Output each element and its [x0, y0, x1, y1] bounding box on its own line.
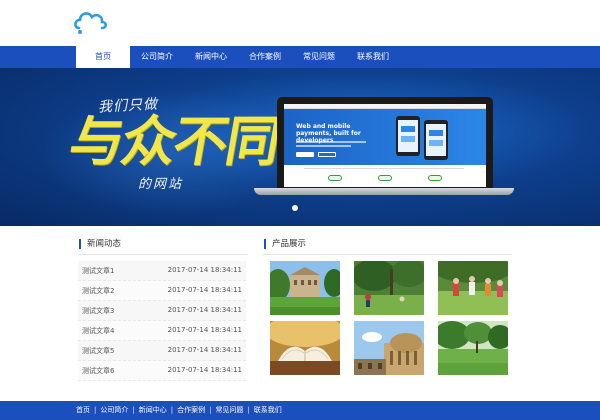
screen-text-line	[296, 145, 351, 147]
footer-separator: |	[132, 406, 135, 414]
product-photo-campus-lawn[interactable]	[354, 261, 424, 315]
screen-divider	[304, 168, 464, 169]
product-photo-dome-building[interactable]	[354, 321, 424, 375]
screen-button	[318, 152, 336, 157]
news-item-title[interactable]: 测试文章4	[82, 326, 114, 336]
news-item[interactable]: 测试文章6 2017-07-14 18:34:11	[78, 361, 246, 381]
product-photo-open-book[interactable]	[270, 321, 340, 375]
laptop-base	[254, 188, 514, 195]
product-photo-campus-building[interactable]	[270, 261, 340, 315]
footer-link-contact[interactable]: 联系我们	[254, 401, 282, 420]
footer-link-home[interactable]: 首页	[76, 401, 90, 420]
news-item[interactable]: 测试文章1 2017-07-14 18:34:11	[78, 261, 246, 281]
news-item-date: 2017-07-14 18:34:11	[167, 366, 242, 374]
site-footer: 首页 | 公司简介 | 新闻中心 | 合作案例 | 常见问题 | 联系我们	[0, 401, 600, 420]
screen-badge	[328, 175, 342, 181]
phone-icon	[396, 116, 420, 156]
news-item-date: 2017-07-14 18:34:11	[167, 266, 242, 274]
main-nav: 首页 公司简介 新闻中心 合作案例 常见问题 联系我们	[0, 46, 600, 68]
nav-item-cases[interactable]: 合作案例	[238, 46, 292, 68]
news-item-date: 2017-07-14 18:34:11	[167, 286, 242, 294]
phone-icon	[424, 120, 448, 160]
banner-slogan-main: 与众不同	[64, 110, 284, 173]
footer-link-faq[interactable]: 常见问题	[215, 401, 243, 420]
footer-separator: |	[170, 406, 174, 414]
screen-badge	[428, 175, 442, 181]
footer-link-about[interactable]: 公司简介	[100, 401, 128, 420]
news-item-title[interactable]: 测试文章6	[82, 366, 114, 376]
footer-link-news[interactable]: 新闻中心	[139, 401, 167, 420]
nav-item-about[interactable]: 公司简介	[130, 46, 184, 68]
nav-item-home[interactable]: 首页	[76, 46, 130, 68]
cloud-logo-icon[interactable]	[72, 6, 112, 36]
news-list: 测试文章1 2017-07-14 18:34:11 测试文章2 2017-07-…	[78, 261, 246, 381]
hero-banner[interactable]: 我们只做 与众不同 的网站 Web and mobile payments, b…	[0, 68, 600, 226]
laptop-screen: Web and mobile payments, built for devel…	[284, 104, 486, 187]
product-photo-students-walking[interactable]	[438, 261, 508, 315]
product-gallery	[270, 261, 510, 375]
news-item-date: 2017-07-14 18:34:11	[167, 306, 242, 314]
news-item[interactable]: 测试文章4 2017-07-14 18:34:11	[78, 321, 246, 341]
news-item[interactable]: 测试文章2 2017-07-14 18:34:11	[78, 281, 246, 301]
footer-separator: |	[209, 406, 212, 414]
product-photo-green-park[interactable]	[438, 321, 508, 375]
slider-dot[interactable]	[292, 205, 298, 211]
banner-slogan-bottom: 的网站	[138, 177, 184, 192]
laptop-illustration: Web and mobile payments, built for devel…	[254, 97, 514, 197]
news-item-title[interactable]: 测试文章5	[82, 346, 114, 356]
news-item-date: 2017-07-14 18:34:11	[167, 326, 242, 334]
news-item[interactable]: 测试文章3 2017-07-14 18:34:11	[78, 301, 246, 321]
news-item-title[interactable]: 测试文章3	[82, 306, 114, 316]
footer-separator: |	[247, 406, 250, 414]
footer-separator: |	[94, 406, 97, 414]
products-title-divider	[262, 254, 512, 255]
screen-text-line	[296, 141, 366, 143]
footer-link-cases[interactable]: 合作案例	[177, 401, 205, 420]
nav-item-faq[interactable]: 常见问题	[292, 46, 346, 68]
news-item-title[interactable]: 测试文章1	[82, 266, 114, 276]
nav-item-news[interactable]: 新闻中心	[184, 46, 238, 68]
news-title-divider	[78, 254, 248, 255]
screen-button	[296, 152, 314, 157]
news-item-date: 2017-07-14 18:34:11	[167, 346, 242, 354]
products-section-title: 产品展示	[264, 239, 306, 249]
news-section-title: 新闻动态	[79, 239, 121, 249]
nav-item-contact[interactable]: 联系我们	[346, 46, 400, 68]
screen-badge	[378, 175, 392, 181]
news-item-title[interactable]: 测试文章2	[82, 286, 114, 296]
news-item[interactable]: 测试文章5 2017-07-14 18:34:11	[78, 341, 246, 361]
site-header	[0, 0, 600, 46]
